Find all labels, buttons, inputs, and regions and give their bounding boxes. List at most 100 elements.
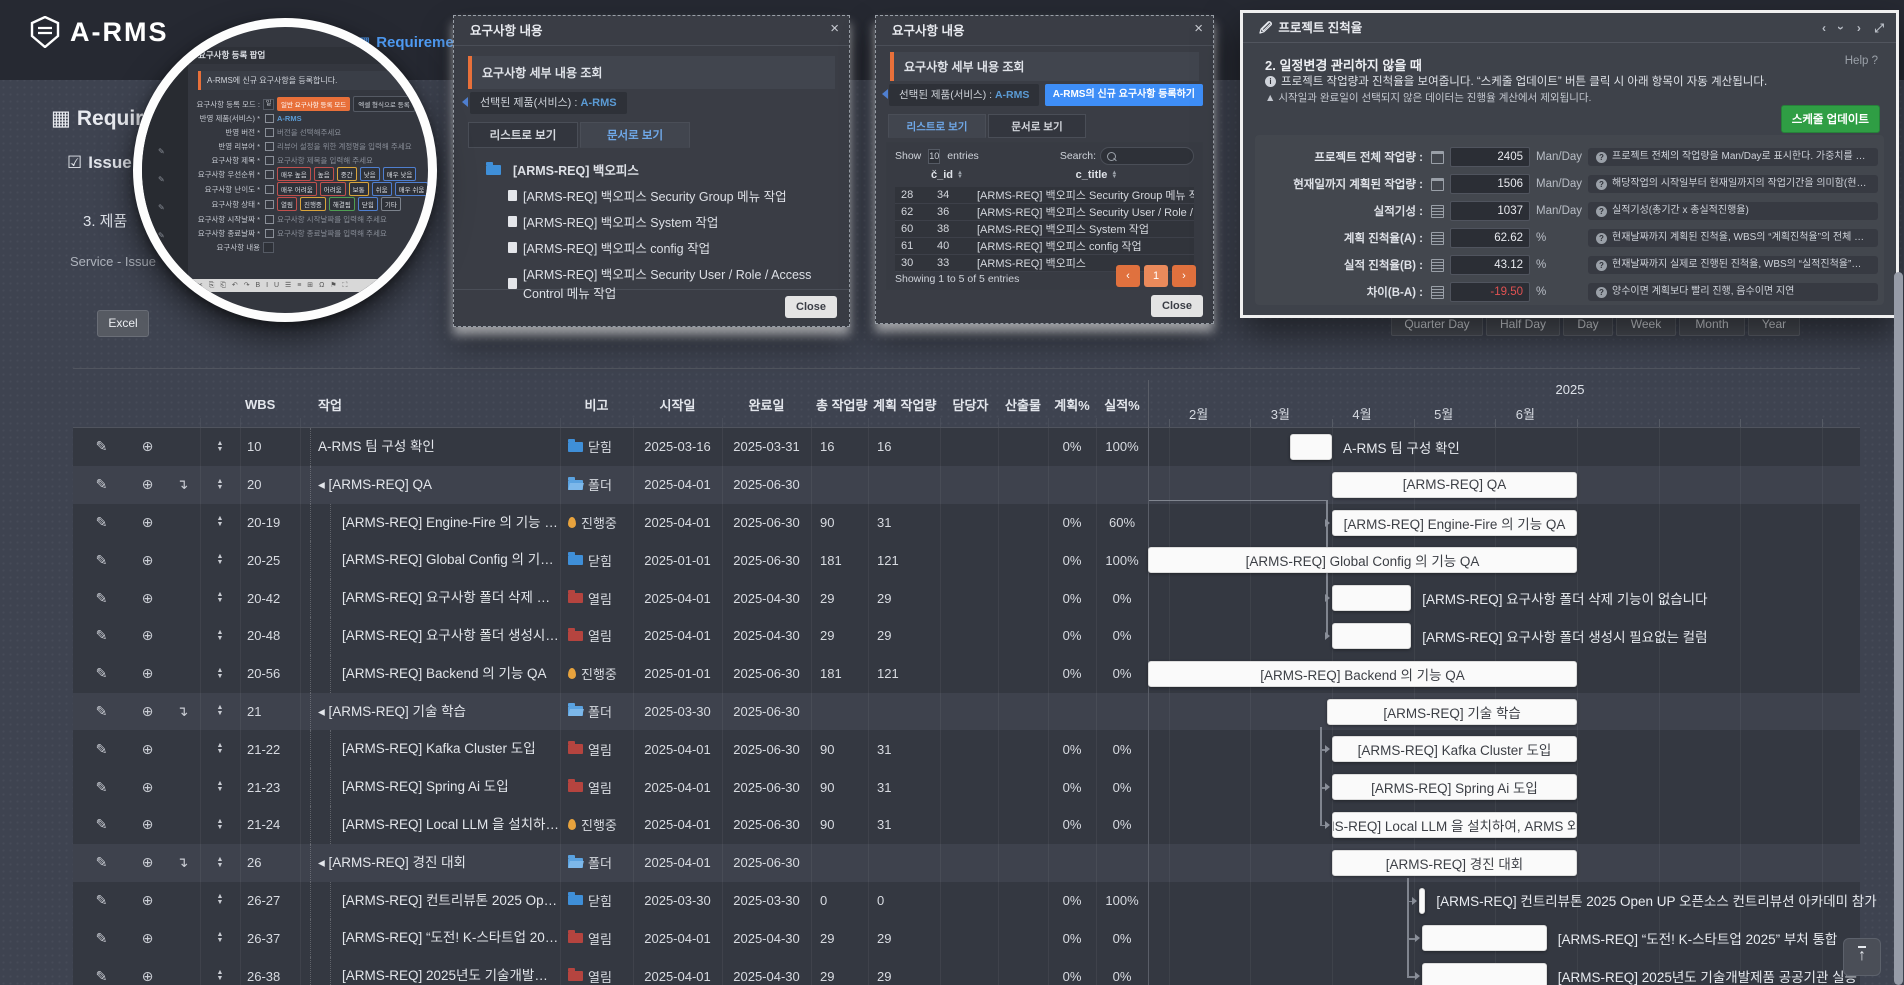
editor-box[interactable] bbox=[263, 242, 274, 253]
close-icon[interactable]: × bbox=[830, 20, 839, 37]
option-chip[interactable]: 낮음 bbox=[360, 167, 380, 181]
toggle-box[interactable]: 일 bbox=[263, 99, 274, 110]
indent-arrow-icon[interactable]: ↴ bbox=[165, 466, 200, 504]
task-cell[interactable]: [ARMS-REQ] Backend 의 기능 QA bbox=[300, 655, 560, 693]
move-row-icon[interactable]: ▲▼ bbox=[200, 882, 240, 920]
field-value-input[interactable]: -19.50 bbox=[1450, 282, 1530, 302]
add-row-icon[interactable]: ⊕ bbox=[130, 504, 165, 542]
option-chip[interactable]: 열림 bbox=[277, 197, 297, 211]
gantt-bar[interactable]: [ARMS-REQ] Spring Ai 도입 bbox=[1332, 774, 1577, 800]
task-cell[interactable]: [ARMS-REQ] “도전! K-스타트업 2025” 부처 통합 bbox=[300, 919, 560, 957]
add-row-icon[interactable]: ⊕ bbox=[130, 919, 165, 957]
close-icon[interactable]: × bbox=[1194, 20, 1203, 37]
move-row-icon[interactable]: ▲▼ bbox=[200, 957, 240, 985]
tab-list-view[interactable]: 리스트로 보기 bbox=[468, 122, 578, 148]
gantt-bar[interactable] bbox=[1422, 963, 1547, 985]
show-entries-select[interactable]: 10 ⌄ bbox=[928, 149, 940, 164]
back-to-top-button[interactable]: ↑ bbox=[1843, 938, 1881, 976]
task-cell[interactable]: [ARMS-REQ] Local LLM 을 설치하여, ARMS 와 연동 bbox=[300, 806, 560, 844]
move-row-icon[interactable]: ▲▼ bbox=[200, 504, 240, 542]
add-row-icon[interactable]: ⊕ bbox=[130, 957, 165, 985]
task-cell[interactable]: [ARMS-REQ] Kafka Cluster 도입 bbox=[300, 730, 560, 768]
move-row-icon[interactable]: ▲▼ bbox=[200, 579, 240, 617]
move-row-icon[interactable]: ▲▼ bbox=[200, 428, 240, 466]
move-row-icon[interactable]: ▲▼ bbox=[200, 466, 240, 504]
help-link[interactable]: Help ? bbox=[1845, 55, 1878, 67]
tree-doc-item[interactable]: [ARMS-REQ] 백오피스 System 작업 bbox=[508, 212, 718, 231]
gantt-bar[interactable]: [ARMS-REQ] Backend 의 기능 QA bbox=[1148, 661, 1577, 687]
move-row-icon[interactable]: ▲▼ bbox=[200, 541, 240, 579]
edit-row-icon[interactable]: ✎ bbox=[73, 579, 130, 617]
edit-row-icon[interactable]: ✎ bbox=[73, 693, 130, 731]
gantt-bar[interactable]: [ARMS-REQ] Global Config 의 기능 QA bbox=[1148, 547, 1577, 573]
task-cell[interactable]: [ARMS-REQ] 2025년도 기술개발제품 공공기관 실증 bbox=[300, 957, 560, 985]
task-cell[interactable]: ◂ [ARMS-REQ] 경진 대회 bbox=[300, 844, 560, 882]
list-row[interactable]: 6038[ARMS-REQ] 백오피스 System 작업 bbox=[895, 221, 1194, 238]
gantt-bar[interactable] bbox=[1332, 623, 1411, 649]
field-placeholder[interactable]: 요구사항 시작날짜를 입력해 주세요 bbox=[277, 214, 387, 225]
edit-row-icon[interactable]: ✎ bbox=[73, 806, 130, 844]
edit-row-icon[interactable]: ✎ bbox=[73, 466, 130, 504]
tree-doc-item[interactable]: [ARMS-REQ] 백오피스 Security User / Role / A… bbox=[508, 264, 849, 302]
option-chip[interactable]: 매우 낮음 bbox=[383, 167, 417, 181]
edit-row-icon[interactable]: ✎ bbox=[73, 882, 130, 920]
page-next-button[interactable]: › bbox=[1172, 265, 1196, 287]
gantt-bar[interactable] bbox=[1422, 925, 1547, 951]
move-row-icon[interactable]: ▲▼ bbox=[200, 693, 240, 731]
option-chip[interactable]: 매우 어려움 bbox=[277, 182, 317, 196]
panel-controls[interactable]: ‹ › › ⤢ bbox=[1812, 13, 1884, 43]
add-row-icon[interactable]: ⊕ bbox=[130, 730, 165, 768]
mode-button[interactable]: 엑셀 형식으로 등록 bbox=[353, 96, 414, 112]
field-value-input[interactable]: 1037 bbox=[1450, 201, 1530, 221]
option-chip[interactable]: 보통 bbox=[349, 182, 369, 196]
edit-row-icon[interactable]: ✎ bbox=[73, 730, 130, 768]
option-chip[interactable]: 진행중 bbox=[300, 197, 326, 211]
edit-row-icon[interactable]: ✎ bbox=[73, 768, 130, 806]
add-row-icon[interactable]: ⊕ bbox=[130, 768, 165, 806]
task-cell[interactable]: [ARMS-REQ] 요구사항 폴더 삭제 기능이 없습니다 bbox=[300, 579, 560, 617]
gantt-bar[interactable] bbox=[1332, 585, 1411, 611]
task-cell[interactable]: [ARMS-REQ] Global Config 의 기능 QA bbox=[300, 541, 560, 579]
field-value-input[interactable]: 43.12 bbox=[1450, 255, 1530, 275]
move-row-icon[interactable]: ▲▼ bbox=[200, 806, 240, 844]
list-row[interactable]: 6236[ARMS-REQ] 백오피스 Security User / Role… bbox=[895, 204, 1194, 221]
gantt-bar[interactable]: [ARMS-REQ] Kafka Cluster 도입 bbox=[1332, 736, 1577, 762]
option-chip[interactable]: 쉬움 bbox=[372, 182, 392, 196]
tree-folder-item[interactable]: [ARMS-REQ] 백오피스 bbox=[486, 160, 639, 179]
tab-doc-view[interactable]: 문서로 보기 bbox=[580, 122, 690, 148]
task-cell[interactable]: [ARMS-REQ] Spring Ai 도입 bbox=[300, 768, 560, 806]
close-button[interactable]: Close bbox=[1151, 295, 1203, 317]
tab-doc-view[interactable]: 문서로 보기 bbox=[988, 114, 1086, 138]
page-prev-button[interactable]: ‹ bbox=[1116, 265, 1140, 287]
field-value-input[interactable]: 2405 bbox=[1450, 147, 1530, 167]
schedule-update-button[interactable]: 스케줄 업데이트 bbox=[1781, 105, 1880, 133]
editor-toolbar[interactable]: ✂ ⎘ ⎗ ↶ ↷ B I U ☰ ≡ ⊞ Ω ⚑ ⛶ bbox=[192, 279, 428, 292]
edit-row-icon[interactable]: ✎ bbox=[73, 655, 130, 693]
move-row-icon[interactable]: ▲▼ bbox=[200, 655, 240, 693]
add-row-icon[interactable]: ⊕ bbox=[130, 655, 165, 693]
tree-doc-item[interactable]: [ARMS-REQ] 백오피스 Security Group 메뉴 작업 bbox=[508, 186, 787, 205]
add-row-icon[interactable]: ⊕ bbox=[130, 579, 165, 617]
indent-arrow-icon[interactable]: ↴ bbox=[165, 693, 200, 731]
option-chip[interactable]: 어려움 bbox=[320, 182, 346, 196]
gantt-bar[interactable] bbox=[1290, 434, 1332, 460]
add-row-icon[interactable]: ⊕ bbox=[130, 466, 165, 504]
mode-button[interactable]: 일반 요구사항 등록 모드 bbox=[277, 97, 350, 111]
collapse-icon[interactable]: › bbox=[1826, 26, 1856, 30]
col-header-cid[interactable]: c_id▲▼ bbox=[895, 169, 999, 185]
add-row-icon[interactable]: ⊕ bbox=[130, 541, 165, 579]
next-icon[interactable]: › bbox=[1857, 21, 1861, 35]
option-chip[interactable]: 닫힘 bbox=[358, 197, 378, 211]
task-cell[interactable]: A-RMS 팀 구성 확인 bbox=[300, 428, 560, 466]
task-cell[interactable]: ◂ [ARMS-REQ] 기술 학습 bbox=[300, 693, 560, 731]
search-input[interactable] bbox=[1100, 147, 1194, 165]
register-requirement-button[interactable]: A-RMS의 신규 요구사항 등록하기 bbox=[1045, 84, 1203, 106]
field-placeholder[interactable]: 버전을 선택해주세요 bbox=[277, 127, 341, 138]
edit-row-icon[interactable]: ✎ bbox=[73, 617, 130, 655]
list-row[interactable]: 2834[ARMS-REQ] 백오피스 Security Group 메뉴 작업 bbox=[895, 187, 1194, 204]
field-value-input[interactable]: 62.62 bbox=[1450, 228, 1530, 248]
edit-row-icon[interactable]: ✎ bbox=[73, 844, 130, 882]
field-placeholder[interactable]: 리뷰어 설정을 위한 계정명을 입력해 주세요 bbox=[277, 141, 412, 152]
field-value-input[interactable]: 1506 bbox=[1450, 174, 1530, 194]
edit-row-icon[interactable]: ✎ bbox=[73, 919, 130, 957]
